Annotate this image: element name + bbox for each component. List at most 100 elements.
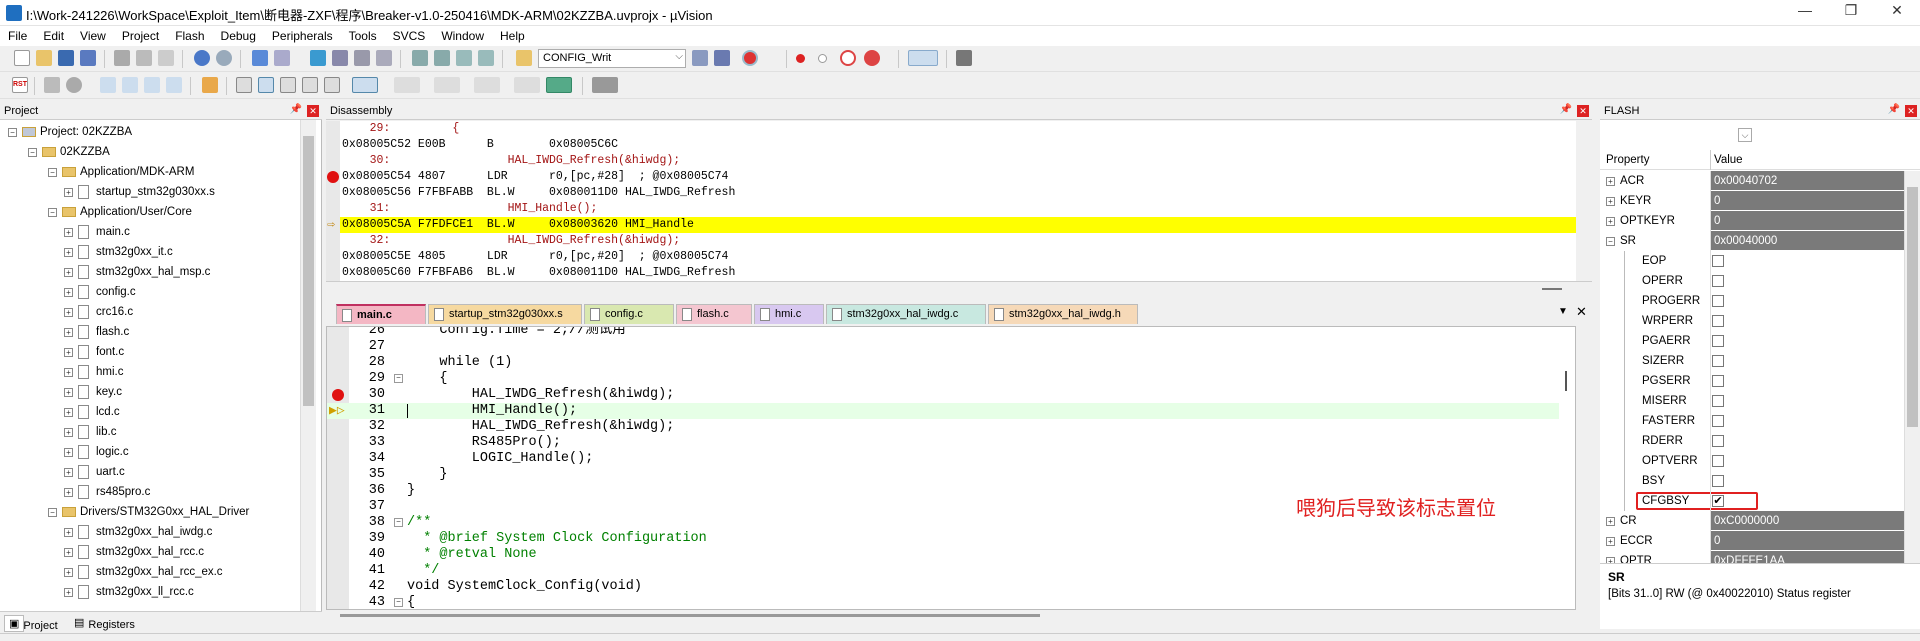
bit-checkbox[interactable]	[1712, 395, 1724, 407]
cut-icon[interactable]	[114, 50, 130, 66]
collapse-chevron-icon[interactable]: ⌵	[1738, 128, 1752, 142]
step-out-icon[interactable]	[144, 77, 160, 93]
find-icon[interactable]	[692, 50, 708, 66]
tree-folder-item[interactable]: − Drivers/STM32G0xx_HAL_Driver	[0, 502, 300, 522]
run-icon[interactable]	[44, 77, 60, 93]
editor-tab-config-c[interactable]: config.c	[584, 304, 674, 324]
bookmark-next-icon[interactable]	[354, 50, 370, 66]
step-into-icon[interactable]	[100, 77, 116, 93]
memory-window-icon[interactable]	[394, 77, 420, 93]
tree-file-item[interactable]: + rs485pro.c	[0, 482, 300, 502]
comment-icon[interactable]	[456, 50, 472, 66]
code-line[interactable]: 29− {	[327, 371, 1575, 387]
expand-plus-icon[interactable]: +	[64, 188, 73, 197]
fold-toggle-icon[interactable]: −	[394, 518, 403, 527]
expand-plus-icon[interactable]: +	[64, 588, 73, 597]
show-next-statement-icon[interactable]	[202, 77, 218, 93]
bit-checkbox[interactable]	[1712, 375, 1724, 387]
editor-tab-flash-c[interactable]: flash.c	[676, 304, 752, 324]
editor-tab-hmi-c[interactable]: hmi.c	[754, 304, 824, 324]
tree-file-item[interactable]: + logic.c	[0, 442, 300, 462]
register-bit-row[interactable]: OPERR	[1600, 271, 1904, 291]
breakpoint-icon[interactable]	[332, 389, 344, 401]
disasm-asm-line[interactable]: 0x08005C5E 4805 LDR r0,[pc,#20] ; @0x080…	[326, 249, 1576, 265]
project-scrollbar[interactable]	[300, 120, 316, 611]
debug-session-icon[interactable]	[742, 50, 758, 66]
disasm-source-line[interactable]: 31: HMI_Handle();	[326, 201, 1576, 217]
tree-file-item[interactable]: + uart.c	[0, 462, 300, 482]
code-line[interactable]: 26 Config.Time = 2;//测试用	[327, 327, 1575, 339]
expand-plus-icon[interactable]: +	[64, 488, 73, 497]
register-row[interactable]: + OPTKEYR 0	[1600, 211, 1904, 231]
tree-file-item[interactable]: + startup_stm32g030xx.s	[0, 182, 300, 202]
code-line[interactable]: 42 void SystemClock_Config(void)	[327, 579, 1575, 595]
register-bit-row[interactable]: SIZERR	[1600, 351, 1904, 371]
tree-file-item[interactable]: + stm32g0xx_hal_msp.c	[0, 262, 300, 282]
bit-checkbox[interactable]	[1712, 475, 1724, 487]
disassembly-view[interactable]: 29: {0x08005C52 E00B B 0x08005C6C 30: HA…	[326, 121, 1576, 281]
minimize-button[interactable]: —	[1782, 2, 1828, 18]
command-window-icon[interactable]	[236, 77, 252, 93]
configure-icon[interactable]	[956, 50, 972, 66]
menu-svcs[interactable]: SVCS	[385, 26, 434, 43]
bit-checkbox[interactable]	[1712, 295, 1724, 307]
nav-forward-icon[interactable]	[274, 50, 290, 66]
close-icon[interactable]: ✕	[1577, 105, 1589, 117]
register-value[interactable]: 0xC0000000	[1710, 511, 1904, 530]
register-value[interactable]: 0xDFFFE1AA	[1710, 551, 1904, 563]
target-select[interactable]: CONFIG_Writ ⌵	[538, 49, 686, 68]
paste-icon[interactable]	[158, 50, 174, 66]
editor-tab-stm32g0xx-hal-iwdg-c[interactable]: stm32g0xx_hal_iwdg.c	[826, 304, 986, 324]
register-bit-row[interactable]: CFGBSY ✔	[1600, 491, 1904, 511]
expand-plus-icon[interactable]: +	[64, 468, 73, 477]
tree-file-item[interactable]: + lib.c	[0, 422, 300, 442]
register-bit-row[interactable]: FASTERR	[1600, 411, 1904, 431]
close-window-button[interactable]: ✕	[1874, 2, 1920, 19]
disasm-asm-line[interactable]: 0x08005C60 F7FBFAB6 BL.W 0x080011D0 HAL_…	[326, 265, 1576, 281]
expand-plus-icon[interactable]: +	[1606, 197, 1615, 206]
fold-toggle-icon[interactable]: −	[394, 598, 403, 607]
expand-plus-icon[interactable]: +	[64, 388, 73, 397]
disassembly-hscroll[interactable]	[326, 281, 1592, 301]
trace-window-icon[interactable]	[514, 77, 540, 93]
menu-file[interactable]: File	[0, 26, 35, 43]
disasm-source-line[interactable]: 30: HAL_IWDG_Refresh(&hiwdg);	[326, 153, 1576, 169]
register-value[interactable]: 0	[1710, 191, 1904, 210]
disasm-asm-line[interactable]: 0x08005C52 E00B B 0x08005C6C	[326, 137, 1576, 153]
tree-file-item[interactable]: + font.c	[0, 342, 300, 362]
disasm-asm-line[interactable]: 0x08005C56 F7FBFABB BL.W 0x080011D0 HAL_…	[326, 185, 1576, 201]
editor-tab-main-c[interactable]: main.c	[336, 304, 426, 324]
register-bit-row[interactable]: BSY	[1600, 471, 1904, 491]
register-bit-row[interactable]: PGSERR	[1600, 371, 1904, 391]
tree-file-item[interactable]: + config.c	[0, 282, 300, 302]
close-tab-icon[interactable]: ✕	[1576, 304, 1587, 320]
menu-help[interactable]: Help	[492, 26, 533, 43]
bit-checkbox[interactable]	[1712, 335, 1724, 347]
expand-plus-icon[interactable]: +	[1606, 537, 1615, 546]
register-value[interactable]: 0x00040000	[1710, 231, 1904, 250]
code-line[interactable]: ▶▷ 31 HMI_Handle();	[327, 403, 1575, 419]
collapse-minus-icon[interactable]: −	[8, 128, 17, 137]
code-line[interactable]: 30 HAL_IWDG_Refresh(&hiwdg);	[327, 387, 1575, 403]
tree-file-item[interactable]: + stm32g0xx_it.c	[0, 242, 300, 262]
expand-plus-icon[interactable]: +	[64, 568, 73, 577]
register-bit-row[interactable]: PROGERR	[1600, 291, 1904, 311]
code-editor[interactable]: 26 Config.Time = 2;//测试用 27 28 while (1) 29…	[326, 326, 1576, 610]
bookmark-prev-icon[interactable]	[332, 50, 348, 66]
code-line[interactable]: 32 HAL_IWDG_Refresh(&hiwdg);	[327, 419, 1575, 435]
redo-icon[interactable]	[216, 50, 232, 66]
register-row[interactable]: + ECCR 0	[1600, 531, 1904, 551]
register-bit-row[interactable]: MISERR	[1600, 391, 1904, 411]
bookmark-icon[interactable]	[310, 50, 326, 66]
register-row[interactable]: − SR 0x00040000	[1600, 231, 1904, 251]
insert-breakpoint-icon[interactable]	[796, 54, 805, 63]
symbols-window-icon[interactable]	[280, 77, 296, 93]
disassembly-window-icon[interactable]	[258, 77, 274, 93]
target-options-icon[interactable]	[516, 50, 532, 66]
save-all-icon[interactable]	[80, 50, 96, 66]
breakpoint-icon[interactable]	[327, 171, 339, 183]
code-line[interactable]: 39 * @brief System Clock Configuration	[327, 531, 1575, 547]
system-viewer-icon[interactable]	[546, 77, 572, 93]
register-bit-row[interactable]: PGAERR	[1600, 331, 1904, 351]
disasm-asm-line[interactable]: 0x08005C54 4807 LDR r0,[pc,#28] ; @0x080…	[326, 169, 1576, 185]
